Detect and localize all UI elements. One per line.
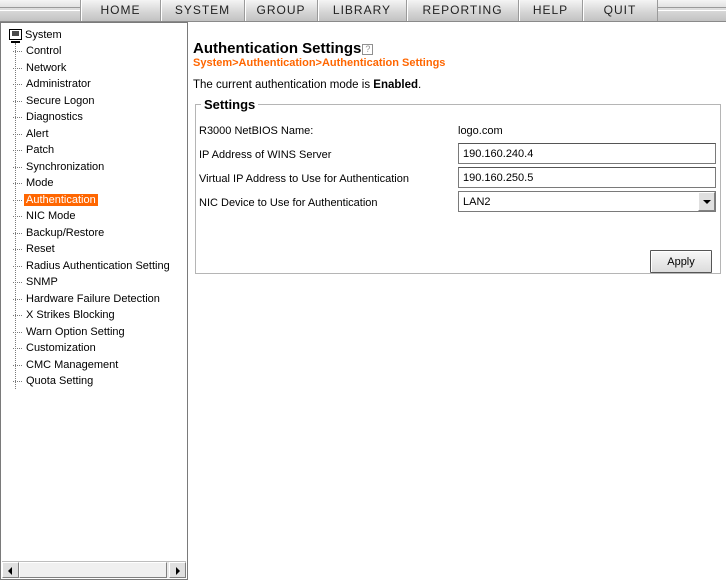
top-menu-bar: HOME SYSTEM GROUP LIBRARY REPORTING HELP…	[0, 0, 726, 22]
menu-bar-groove-left	[0, 7, 80, 11]
page-title-text: Authentication Settings	[193, 40, 362, 57]
authentication-mode-status: The current authentication mode is Enabl…	[193, 79, 421, 91]
sidebar-item-x-strikes-blocking[interactable]: X Strikes Blocking	[10, 307, 187, 324]
sidebar-item-quota-setting[interactable]: Quota Setting	[10, 373, 187, 390]
nic-device-select[interactable]: LAN2	[458, 191, 716, 212]
settings-legend: Settings	[201, 97, 259, 112]
mode-status-suffix: .	[418, 79, 422, 91]
sidebar-item-reset[interactable]: Reset	[10, 241, 187, 258]
menu-group[interactable]: GROUP	[244, 0, 317, 21]
menu-system[interactable]: SYSTEM	[160, 0, 244, 21]
menu-home[interactable]: HOME	[80, 0, 160, 21]
sidebar-item-nic-mode[interactable]: NIC Mode	[10, 208, 187, 225]
sidebar-item-hardware-failure-detection[interactable]: Hardware Failure Detection	[10, 291, 187, 308]
menu-reporting[interactable]: REPORTING	[406, 0, 518, 21]
navigation-tree: System Control Network Administrator Sec…	[7, 27, 187, 390]
main-content: Authentication Settings? System>Authenti…	[193, 22, 726, 580]
virtual-ip-input[interactable]	[458, 167, 716, 188]
sidebar-item-cmc-management[interactable]: CMC Management	[10, 357, 187, 374]
scroll-right-button[interactable]	[169, 562, 186, 578]
sidebar-item-radius-authentication-setting[interactable]: Radius Authentication Setting	[10, 258, 187, 275]
sidebar-item-alert[interactable]: Alert	[10, 126, 187, 143]
sidebar-item-administrator[interactable]: Administrator	[10, 76, 187, 93]
horizontal-scrollbar[interactable]	[2, 561, 186, 578]
sidebar-item-network[interactable]: Network	[10, 60, 187, 77]
sidebar-item-patch[interactable]: Patch	[10, 142, 187, 159]
help-icon[interactable]: ?	[362, 44, 374, 55]
breadcrumb: System>Authentication>Authentication Set…	[193, 57, 446, 69]
sidebar-item-diagnostics[interactable]: Diagnostics	[10, 109, 187, 126]
menu-help[interactable]: HELP	[518, 0, 582, 21]
tree-root-system[interactable]: System	[7, 27, 187, 43]
mode-status-prefix: The current authentication mode is	[193, 79, 374, 91]
sidebar-item-authentication[interactable]: Authentication	[10, 192, 187, 209]
computer-icon	[9, 29, 22, 43]
sidebar-item-snmp[interactable]: SNMP	[10, 274, 187, 291]
arrow-left-icon	[8, 567, 12, 575]
apply-button[interactable]: Apply	[650, 250, 712, 273]
sidebar-item-mode[interactable]: Mode	[10, 175, 187, 192]
wins-server-label: IP Address of WINS Server	[199, 149, 332, 161]
nic-device-label: NIC Device to Use for Authentication	[199, 197, 378, 209]
navigation-tree-panel: System Control Network Administrator Sec…	[0, 22, 188, 580]
scroll-left-button[interactable]	[2, 562, 19, 578]
chevron-down-icon[interactable]	[698, 192, 715, 211]
nic-device-selected-value: LAN2	[463, 196, 491, 208]
sidebar-item-warn-option-setting[interactable]: Warn Option Setting	[10, 324, 187, 341]
sidebar-item-customization[interactable]: Customization	[10, 340, 187, 357]
sidebar-item-control[interactable]: Control	[10, 43, 187, 60]
arrow-right-icon	[176, 567, 180, 575]
scrollbar-thumb[interactable]	[19, 562, 167, 578]
netbios-name-value: logo.com	[458, 125, 503, 137]
sidebar-item-secure-logon[interactable]: Secure Logon	[10, 93, 187, 110]
sidebar-item-synchronization[interactable]: Synchronization	[10, 159, 187, 176]
virtual-ip-label: Virtual IP Address to Use for Authentica…	[199, 173, 409, 185]
netbios-name-label: R3000 NetBIOS Name:	[199, 125, 314, 137]
sidebar-item-backup-restore[interactable]: Backup/Restore	[10, 225, 187, 242]
menu-library[interactable]: LIBRARY	[317, 0, 406, 21]
mode-status-value: Enabled	[373, 79, 419, 91]
page-title: Authentication Settings?	[193, 40, 374, 57]
menu-quit[interactable]: QUIT	[582, 0, 658, 21]
menu-bar-groove-right	[658, 7, 726, 11]
settings-group: Settings R3000 NetBIOS Name: logo.com IP…	[195, 97, 721, 274]
wins-server-input[interactable]	[458, 143, 716, 164]
tree-root-label: System	[25, 29, 62, 41]
